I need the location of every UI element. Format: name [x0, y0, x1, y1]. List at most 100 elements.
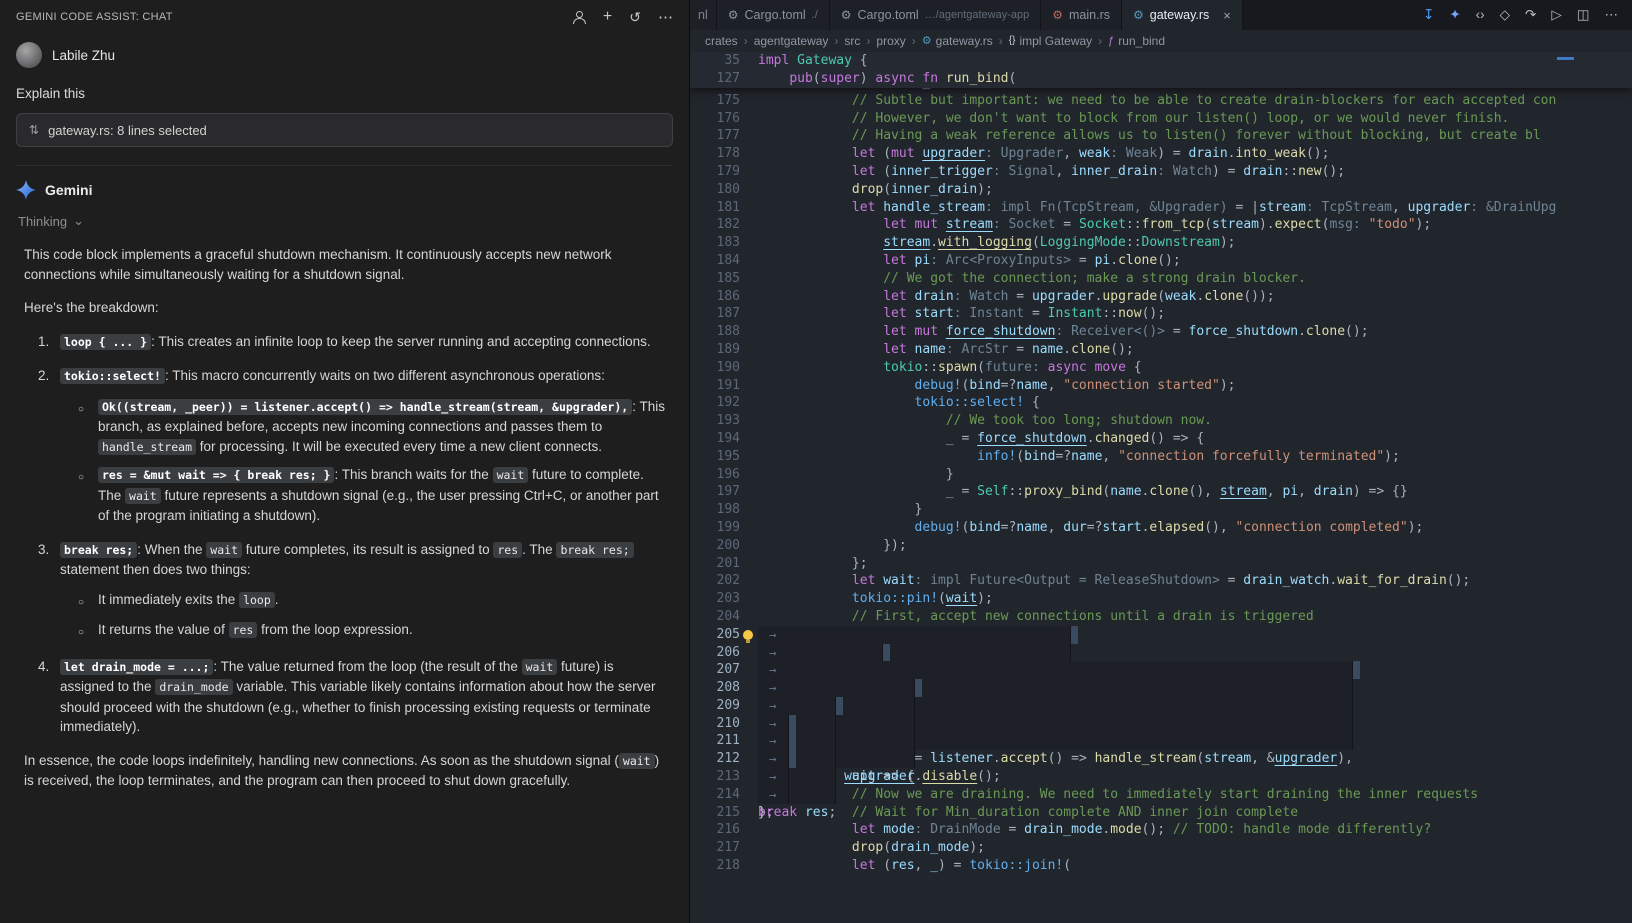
code-line-182[interactable]: 182 let mut stream: Socket = Socket::fro… — [690, 216, 1577, 234]
code-line-187[interactable]: 187 let start: Instant = Instant::now(); — [690, 305, 1577, 323]
line-number[interactable]: 177 — [690, 127, 740, 145]
code-editor[interactable]: 35impl Gateway {127 pub(super) async fn … — [690, 52, 1632, 923]
line-number[interactable]: 181 — [690, 199, 740, 217]
line-number[interactable]: 197 — [690, 483, 740, 501]
selection-context-chip[interactable]: ⇅ gateway.rs: 8 lines selected — [16, 113, 673, 147]
code-line-35[interactable]: 35impl Gateway { — [690, 52, 1632, 70]
code-line-178[interactable]: 178 let (mut upgrader: Upgrader, weak: W… — [690, 145, 1577, 163]
code-line-195[interactable]: 195 info!(bind=?name, "connection forcef… — [690, 448, 1577, 466]
code-line-176[interactable]: 176 // However, we don't want to block f… — [690, 110, 1577, 128]
code-line-181[interactable]: 181 let handle_stream: impl Fn(TcpStream… — [690, 199, 1577, 217]
line-number[interactable]: 198 — [690, 501, 740, 519]
line-number[interactable]: 195 — [690, 448, 740, 466]
line-number[interactable]: 217 — [690, 839, 740, 857]
line-number[interactable]: 218 — [690, 857, 740, 875]
line-number[interactable]: 186 — [690, 288, 740, 306]
line-number[interactable]: 206 — [690, 644, 740, 662]
line-number[interactable]: 179 — [690, 163, 740, 181]
code-line-199[interactable]: 199 debug!(bind=?name, dur=?start.elapse… — [690, 519, 1577, 537]
breadcrumb-src[interactable]: src — [844, 34, 860, 48]
code-line-190[interactable]: 190 tokio::spawn(future: async move { — [690, 359, 1577, 377]
code-line-215[interactable]: 215 // Wait for Min_duration complete AN… — [690, 804, 1577, 822]
tab-partial[interactable]: nl — [690, 0, 717, 30]
history-icon[interactable]: ↺ — [629, 10, 641, 24]
line-number[interactable]: 214 — [690, 786, 740, 804]
line-number[interactable]: 192 — [690, 394, 740, 412]
code-line-191[interactable]: 191 debug!(bind=?name, "connection start… — [690, 377, 1577, 395]
gemini-sparkle-icon[interactable]: ✦ — [1449, 8, 1460, 22]
code-line-207[interactable]: 207→ → → → → Ok((stream, _peer)) = liste… — [690, 661, 1577, 679]
breadcrumb-crates[interactable]: crates — [705, 34, 738, 48]
code-line-218[interactable]: 218 let (res, _) = tokio::join!( — [690, 857, 1577, 875]
code-line-216[interactable]: 216 let mode: DrainMode = drain_mode.mod… — [690, 821, 1577, 839]
code-line-202[interactable]: 202 let wait: impl Future<Output = Relea… — [690, 572, 1577, 590]
more-actions-icon[interactable]: ⋯ — [658, 10, 673, 25]
code-line-175[interactable]: 175 // Subtle but important: we need to … — [690, 92, 1577, 110]
line-number[interactable]: 127 — [690, 70, 740, 88]
line-number[interactable]: 215 — [690, 804, 740, 822]
line-number[interactable]: 194 — [690, 430, 740, 448]
line-number[interactable]: 200 — [690, 537, 740, 555]
code-line-127[interactable]: 127 pub(super) async fn run_bind( — [690, 70, 1632, 88]
line-number[interactable]: 213 — [690, 768, 740, 786]
line-number[interactable]: 207 — [690, 661, 740, 679]
line-number[interactable]: 189 — [690, 341, 740, 359]
breadcrumb-agentgateway[interactable]: agentgateway — [754, 34, 829, 48]
install-download-icon[interactable]: ↧ — [1423, 8, 1434, 22]
line-number[interactable]: 188 — [690, 323, 740, 341]
line-number[interactable]: 178 — [690, 145, 740, 163]
breadcrumb-run-bind[interactable]: ƒ run_bind — [1108, 34, 1165, 48]
code-line-204[interactable]: 204 // First, accept new connections unt… — [690, 608, 1577, 626]
line-number[interactable]: 176 — [690, 110, 740, 128]
code-line-189[interactable]: 189 let name: ArcStr = name.clone(); — [690, 341, 1577, 359]
breadcrumb-file[interactable]: ⚙ gateway.rs — [922, 34, 993, 48]
line-number[interactable]: 175 — [690, 92, 740, 110]
account-icon[interactable] — [572, 11, 586, 24]
new-chat-icon[interactable]: + — [603, 9, 612, 25]
open-changes-icon[interactable]: ‹› — [1476, 8, 1485, 22]
code-line-188[interactable]: 188 let mut force_shutdown: Receiver<()>… — [690, 323, 1577, 341]
tab-main-rs[interactable]: ⚙ main.rs — [1041, 0, 1122, 30]
tab-cargo-toml-app[interactable]: ⚙ Cargo.toml …/agentgateway-app — [830, 0, 1041, 30]
line-number[interactable]: 35 — [690, 52, 740, 70]
line-number[interactable]: 208 — [690, 679, 740, 697]
code-line-200[interactable]: 200 }); — [690, 537, 1577, 555]
line-number[interactable]: 209 — [690, 697, 740, 715]
line-number[interactable]: 185 — [690, 270, 740, 288]
code-line-205[interactable]: 205→ → → let drain_mode: ReleaseShutdown… — [690, 626, 1577, 644]
code-line-183[interactable]: 183 stream.with_logging(LoggingMode::Dow… — [690, 234, 1577, 252]
code-line-214[interactable]: 214 // Now we are draining. We need to i… — [690, 786, 1577, 804]
line-number[interactable]: 196 — [690, 466, 740, 484]
more-actions-icon[interactable]: ⋯ — [1605, 8, 1619, 22]
tab-gateway-rs[interactable]: ⚙ gateway.rs × — [1122, 0, 1243, 30]
line-number[interactable]: 187 — [690, 305, 740, 323]
line-number[interactable]: 191 — [690, 377, 740, 395]
code-line-179[interactable]: 179 let (inner_trigger: Signal, inner_dr… — [690, 163, 1577, 181]
code-line-206[interactable]: 206→ → → → tokio::select! { — [690, 644, 1577, 662]
code-line-177[interactable]: 177 // Having a weak reference allows us… — [690, 127, 1577, 145]
line-number[interactable]: 180 — [690, 181, 740, 199]
run-file-icon[interactable]: ▷ — [1551, 8, 1561, 22]
breadcrumb-proxy[interactable]: proxy — [876, 34, 905, 48]
line-number[interactable]: 184 — [690, 252, 740, 270]
code-line-192[interactable]: 192 tokio::select! { — [690, 394, 1577, 412]
code-line-198[interactable]: 198 } — [690, 501, 1577, 519]
go-forward-icon[interactable]: ↷ — [1525, 8, 1536, 22]
code-line-197[interactable]: 197 _ = Self::proxy_bind(name.clone(), s… — [690, 483, 1577, 501]
code-line-194[interactable]: 194 _ = force_shutdown.changed() => { — [690, 430, 1577, 448]
code-line-193[interactable]: 193 // We took too long; shutdown now. — [690, 412, 1577, 430]
code-line-180[interactable]: 180 drop(inner_drain); — [690, 181, 1577, 199]
lightbulb-icon[interactable] — [743, 630, 753, 640]
line-number[interactable]: 212 — [690, 750, 740, 768]
line-number[interactable]: 199 — [690, 519, 740, 537]
line-number[interactable]: 204 — [690, 608, 740, 626]
line-number[interactable]: 193 — [690, 412, 740, 430]
symbol-outline-icon[interactable]: ◇ — [1500, 8, 1510, 22]
code-line-213[interactable]: 213 upgrader.disable(); — [690, 768, 1577, 786]
breadcrumb-impl-gateway[interactable]: {} impl Gateway — [1009, 34, 1092, 48]
line-number[interactable]: 190 — [690, 359, 740, 377]
line-number[interactable]: 216 — [690, 821, 740, 839]
line-number[interactable]: 210 — [690, 715, 740, 733]
line-number[interactable]: 205 — [690, 626, 740, 644]
thinking-toggle[interactable]: Thinking ⌄ — [0, 213, 689, 229]
